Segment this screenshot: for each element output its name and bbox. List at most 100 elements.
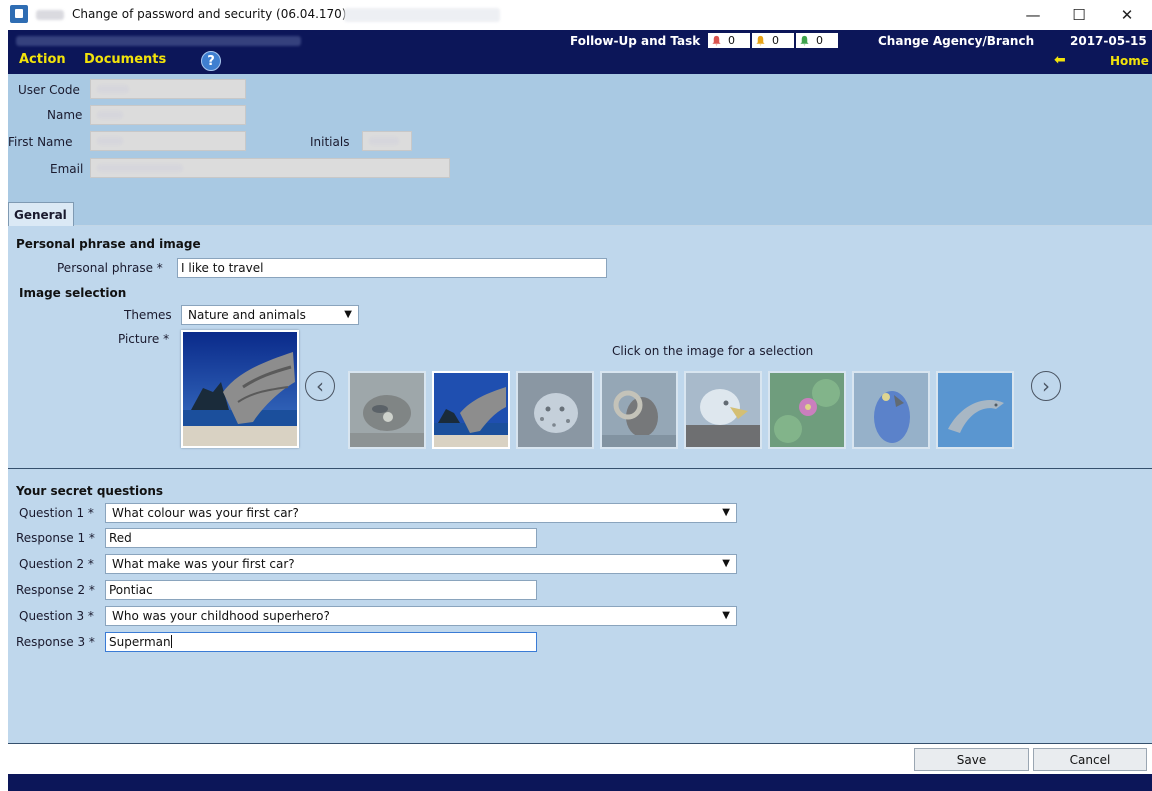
footer-divider (8, 743, 1152, 744)
bell-icon (756, 35, 765, 46)
redacted-text (344, 8, 500, 22)
driftwood-beach-image (434, 373, 508, 447)
user-code-label: User Code (18, 83, 80, 97)
tab-general[interactable]: General (8, 202, 74, 226)
cancel-button[interactable]: Cancel (1033, 748, 1147, 771)
change-agency-link[interactable]: Change Agency/Branch (878, 34, 1034, 48)
save-button[interactable]: Save (914, 748, 1029, 771)
snow-leopard-image (518, 373, 592, 447)
tab-bar: General (8, 202, 1152, 226)
dolphin-image (938, 373, 1012, 447)
ram-image (602, 373, 676, 447)
footer-bar (8, 774, 1152, 791)
window-border (0, 30, 8, 791)
question-3-value: Who was your childhood superhero? (112, 609, 330, 623)
thumbnail-driftwood-beach[interactable] (432, 371, 510, 449)
follow-up-task-link[interactable]: Follow-Up and Task (570, 34, 700, 48)
response-3-label: Response 3 * (16, 635, 95, 649)
email-label: Email (50, 162, 84, 176)
raccoon-image (350, 373, 424, 447)
question-1-label: Question 1 * (19, 506, 94, 520)
response-2-input[interactable]: Pontiac (105, 580, 537, 600)
section-divider (8, 468, 1152, 469)
counter-value: 0 (728, 34, 735, 47)
question-2-select[interactable]: What make was your first car? ▼ (105, 554, 737, 574)
thumbnail-ram[interactable] (600, 371, 678, 449)
initials-field (362, 131, 412, 151)
thumbnail-eagle[interactable] (684, 371, 762, 449)
redacted-text (97, 111, 123, 119)
image-selection-hint: Click on the image for a selection (612, 344, 814, 358)
minimize-button[interactable]: — (1010, 2, 1056, 28)
user-code-field (90, 79, 246, 99)
chevron-left-icon: ‹ (316, 374, 324, 398)
picture-label: Picture * (118, 332, 170, 346)
themes-select[interactable]: Nature and animals ▼ (181, 305, 359, 325)
menu-documents[interactable]: Documents (84, 52, 166, 67)
alert-counter-red[interactable]: 0 (708, 33, 750, 48)
bell-icon (800, 35, 809, 46)
dropdown-arrow-icon: ▼ (344, 309, 352, 320)
question-2-value: What make was your first car? (112, 557, 295, 571)
redacted-text (97, 85, 129, 93)
personal-phrase-section-title: Personal phrase and image (16, 237, 201, 251)
lotus-flower-image (770, 373, 844, 447)
question-3-label: Question 3 * (19, 609, 94, 623)
alert-counter-orange[interactable]: 0 (752, 33, 794, 48)
first-name-field (90, 131, 246, 151)
name-label: Name (47, 108, 83, 122)
redacted-text (97, 137, 123, 145)
user-info-panel: User Code Name First Name Initials Email (8, 74, 1152, 202)
dropdown-arrow-icon: ▼ (722, 610, 730, 621)
thumbnail-raccoon[interactable] (348, 371, 426, 449)
dropdown-arrow-icon: ▼ (722, 507, 730, 518)
app-icon (10, 5, 28, 23)
counter-value: 0 (772, 34, 779, 47)
eagle-image (686, 373, 760, 447)
parrot-image (854, 373, 928, 447)
response-2-label: Response 2 * (16, 583, 95, 597)
themes-label: Themes (124, 308, 172, 322)
question-3-select[interactable]: Who was your childhood superhero? ▼ (105, 606, 737, 626)
personal-phrase-label: Personal phrase * (57, 261, 163, 275)
question-2-label: Question 2 * (19, 557, 94, 571)
response-1-input[interactable]: Red (105, 528, 537, 548)
close-button[interactable]: ✕ (1104, 2, 1150, 28)
app-header: Action Documents ? Follow-Up and Task 0 … (8, 30, 1152, 74)
question-1-select[interactable]: What colour was your first car? ▼ (105, 503, 737, 523)
previous-image-button[interactable]: ‹ (305, 371, 335, 401)
response-1-label: Response 1 * (16, 531, 95, 545)
back-arrow-icon[interactable]: ⬅ (1054, 52, 1066, 68)
image-selection-section-title: Image selection (19, 286, 127, 300)
redacted-text (36, 10, 64, 20)
bell-icon (712, 35, 721, 46)
window-title: Change of password and security (06.04.1… (72, 7, 347, 21)
thumbnail-dolphin[interactable] (936, 371, 1014, 449)
menu-action[interactable]: Action (19, 52, 66, 67)
initials-label: Initials (310, 135, 350, 149)
question-1-value: What colour was your first car? (112, 506, 299, 520)
thumbnail-snow-leopard[interactable] (516, 371, 594, 449)
redacted-text (16, 36, 301, 46)
next-image-button[interactable]: › (1031, 371, 1061, 401)
maximize-button[interactable]: ☐ (1056, 2, 1102, 28)
current-date: 2017-05-15 (1070, 34, 1147, 48)
chevron-right-icon: › (1042, 374, 1050, 398)
help-icon[interactable]: ? (201, 51, 221, 71)
name-field (90, 105, 246, 125)
first-name-label: First Name (8, 135, 73, 149)
counter-value: 0 (816, 34, 823, 47)
selected-picture-preview (181, 330, 299, 448)
redacted-text (369, 137, 399, 145)
response-3-value: Superman (109, 635, 171, 649)
secret-questions-section-title: Your secret questions (16, 484, 164, 498)
driftwood-beach-image (183, 332, 297, 446)
thumbnail-parrot[interactable] (852, 371, 930, 449)
personal-phrase-input[interactable]: I like to travel (177, 258, 607, 278)
home-link[interactable]: Home (1110, 54, 1149, 68)
themes-selected-value: Nature and animals (188, 308, 306, 322)
alert-counter-green[interactable]: 0 (796, 33, 838, 48)
redacted-text (97, 164, 183, 172)
response-3-input[interactable]: Superman (105, 632, 537, 652)
thumbnail-lotus-flower[interactable] (768, 371, 846, 449)
